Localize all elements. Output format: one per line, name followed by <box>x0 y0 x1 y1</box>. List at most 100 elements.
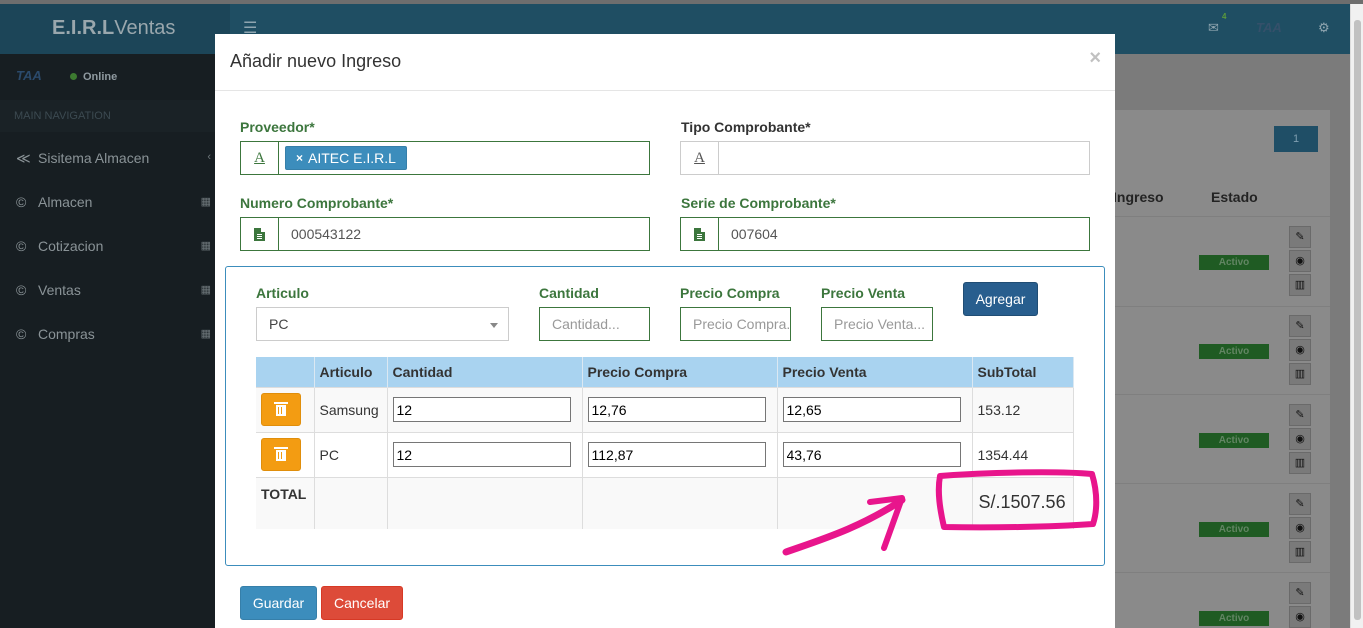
row-precio-compra-input[interactable] <box>587 442 766 467</box>
sidebar-item-cotizacion[interactable]: © Cotizacion ▦ <box>0 224 215 268</box>
scrollbar[interactable] <box>1350 4 1363 628</box>
proveedor-tag[interactable]: × AITEC E.I.R.L <box>285 146 407 170</box>
status-badge: Activo <box>1199 433 1269 448</box>
sidebar-item-compras[interactable]: © Compras ▦ <box>0 312 215 356</box>
menu-extra-icon: ▦ <box>200 196 211 208</box>
remove-tag-icon[interactable]: × <box>296 151 303 165</box>
menu-extra-icon: ▦ <box>200 284 211 296</box>
guardar-button[interactable]: Guardar <box>240 586 317 620</box>
status-badge: Activo <box>1199 611 1269 626</box>
row-actions: ✎ ◉ ▥ <box>1289 226 1311 298</box>
app-brand[interactable]: E.I.R.LVentas <box>0 4 230 54</box>
proveedor-label: Proveedor* <box>240 119 315 135</box>
numero-comprobante-label: Numero Comprobante* <box>240 195 394 211</box>
precio-compra-label: Precio Compra <box>680 285 780 301</box>
eye-icon[interactable]: ◉ <box>1289 428 1311 450</box>
online-status: Online <box>70 71 117 83</box>
row-precio-venta-input[interactable] <box>782 442 961 467</box>
scrollbar-thumb[interactable] <box>1354 20 1361 620</box>
cancelar-button[interactable]: Cancelar <box>321 586 403 620</box>
copyright-icon: © <box>16 282 27 298</box>
serie-comprobante-input[interactable]: 007604 <box>718 217 1090 251</box>
agregar-button[interactable]: Agregar <box>963 282 1038 316</box>
pagination-page[interactable]: 1 <box>1274 126 1318 152</box>
row-precio-compra-input[interactable] <box>587 397 766 422</box>
total-value: S/.1507.56 <box>972 476 1074 529</box>
user-logo: TAA <box>16 68 42 83</box>
file-text-icon <box>680 217 718 251</box>
font-icon: A <box>680 141 718 175</box>
header-subtotal: SubTotal <box>972 357 1074 387</box>
total-row: TOTAL S/.1507.56 <box>256 476 1074 529</box>
articulo-select[interactable]: PC <box>256 307 509 341</box>
row-actions: ✎ ◉ ▥ <box>1289 315 1311 387</box>
font-icon: A <box>240 141 278 175</box>
tipo-comprobante-field[interactable] <box>718 141 1090 175</box>
chevron-left-icon: ‹ <box>207 151 211 163</box>
edit-icon[interactable]: ✎ <box>1289 582 1311 604</box>
row-cantidad-input[interactable] <box>392 442 571 467</box>
sidebar-item-ventas[interactable]: © Ventas ▦ <box>0 268 215 312</box>
delete-row-button[interactable] <box>261 393 301 426</box>
row-divider <box>1115 572 1330 573</box>
row-actions: ✎ ◉ ▥ <box>1289 404 1311 476</box>
sidebar-item-almacen[interactable]: © Almacen ▦ <box>0 180 215 224</box>
status-badge: Activo <box>1199 344 1269 359</box>
serie-comprobante-group: 007604 <box>680 217 1090 251</box>
header-precio-venta: Precio Venta <box>777 357 973 387</box>
row-cantidad-input[interactable] <box>392 397 571 422</box>
edit-icon[interactable]: ✎ <box>1289 493 1311 515</box>
tipo-comprobante-label: Tipo Comprobante* <box>681 119 811 135</box>
copyright-icon: © <box>16 326 27 342</box>
row-actions: ✎ ◉ ▥ <box>1289 493 1311 565</box>
eye-icon[interactable]: ◉ <box>1289 606 1311 628</box>
close-icon[interactable]: × <box>1089 47 1101 70</box>
add-ingreso-modal: Añadir nuevo Ingreso × Proveedor* A × AIT… <box>215 34 1115 628</box>
row-articulo: Samsung <box>314 386 388 432</box>
eye-icon[interactable]: ◉ <box>1289 517 1311 539</box>
eye-icon[interactable]: ◉ <box>1289 339 1311 361</box>
trash-icon <box>274 402 288 416</box>
sidebar-item-sistema-almacen[interactable]: ≪ Sisitema Almacen ‹ <box>0 136 215 180</box>
precio-compra-input[interactable]: Precio Compra... <box>680 307 791 341</box>
edit-icon[interactable]: ✎ <box>1289 404 1311 426</box>
row-articulo: PC <box>314 431 388 477</box>
cantidad-input[interactable]: Cantidad... <box>539 307 650 341</box>
articulo-label: Articulo <box>256 285 309 301</box>
row-subtotal: 153.12 <box>972 386 1074 432</box>
edit-icon[interactable]: ✎ <box>1289 226 1311 248</box>
gears-icon[interactable]: ⚙ <box>1318 20 1330 36</box>
trash-icon[interactable]: ▥ <box>1289 274 1311 296</box>
envelope-icon[interactable]: ✉ <box>1208 20 1219 36</box>
precio-venta-input[interactable]: Precio Venta... <box>821 307 933 341</box>
notification-badge: 4 <box>1222 12 1227 21</box>
table-header-row: Articulo Cantidad Precio Compra Precio V… <box>256 357 1074 387</box>
trash-icon[interactable]: ▥ <box>1289 541 1311 563</box>
delete-row-button[interactable] <box>261 438 301 471</box>
row-divider <box>1115 306 1330 307</box>
menu-extra-icon: ▦ <box>200 240 211 252</box>
trash-icon[interactable]: ▥ <box>1289 363 1311 385</box>
header-precio-compra: Precio Compra <box>582 357 778 387</box>
sidebar-header: MAIN NAVIGATION <box>0 100 215 132</box>
share-icon: ≪ <box>16 150 31 166</box>
header-actions <box>256 357 315 387</box>
numero-comprobante-group: 000543122 <box>240 217 650 251</box>
edit-icon[interactable]: ✎ <box>1289 315 1311 337</box>
column-header-estado: Estado <box>1211 189 1258 205</box>
proveedor-select[interactable]: A × AITEC E.I.R.L <box>240 141 650 175</box>
user-avatar[interactable]: TAA <box>1256 20 1282 35</box>
trash-icon[interactable]: ▥ <box>1289 452 1311 474</box>
tipo-comprobante-select[interactable]: A <box>680 141 1090 175</box>
header-cantidad: Cantidad <box>387 357 583 387</box>
table-row: Samsung 153.12 <box>256 386 1074 432</box>
eye-icon[interactable]: ◉ <box>1289 250 1311 272</box>
detalle-panel: Articulo PC Cantidad Cantidad... Precio … <box>225 266 1105 566</box>
row-divider <box>1115 394 1330 395</box>
sidebar: TAA Online MAIN NAVIGATION ≪ Sisitema Alm… <box>0 54 215 628</box>
column-header-ingreso: Ingreso <box>1113 189 1164 205</box>
row-subtotal: 1354.44 <box>972 431 1074 477</box>
status-badge: Activo <box>1199 522 1269 537</box>
row-precio-venta-input[interactable] <box>782 397 961 422</box>
numero-comprobante-input[interactable]: 000543122 <box>278 217 650 251</box>
